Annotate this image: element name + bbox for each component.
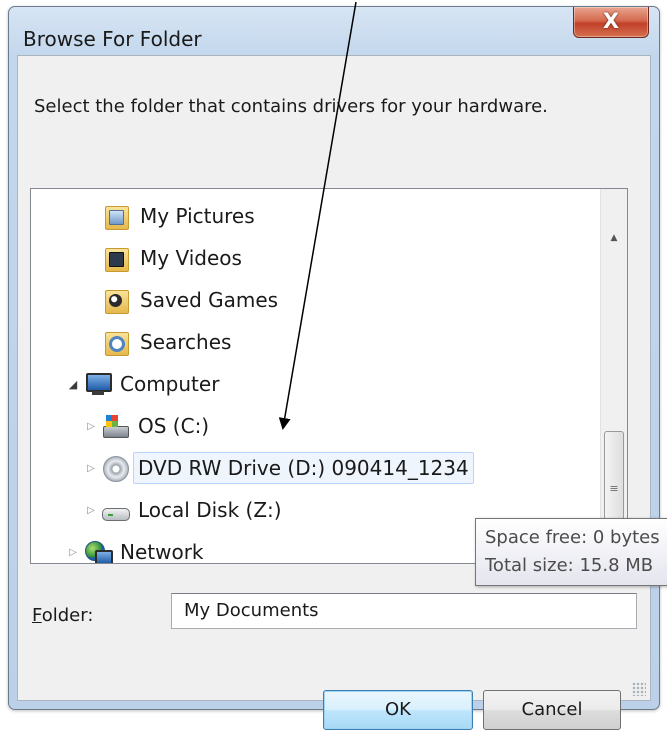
scroll-up-arrow-icon[interactable]: ▲ xyxy=(605,229,623,247)
local-disk-icon xyxy=(101,496,130,524)
tree-item-my-videos[interactable]: My Videos xyxy=(103,239,247,277)
tree-item-label: Computer xyxy=(120,372,220,396)
tree-item-label: My Videos xyxy=(140,246,242,270)
tree-item-label: DVD RW Drive (D:) 090414_1234 xyxy=(133,452,474,484)
tree-item-os-c[interactable]: ▷ OS (C:) xyxy=(83,407,214,445)
tree-item-computer[interactable]: ◢ Computer xyxy=(65,365,224,403)
tooltip-space-free: Space free: 0 bytes xyxy=(485,527,660,548)
dvd-drive-icon xyxy=(101,454,129,482)
collapsed-triangle-icon[interactable]: ▷ xyxy=(65,544,81,560)
tree-item-label: My Pictures xyxy=(140,204,255,228)
videos-folder-icon xyxy=(103,244,131,272)
dialog-title: Browse For Folder xyxy=(23,27,202,51)
tooltip-total-size: Total size: 15.8 MB xyxy=(485,555,654,576)
tree-item-label: Saved Games xyxy=(140,288,279,312)
title-bar[interactable]: Browse For Folder X xyxy=(9,7,659,55)
folder-label-text: older: xyxy=(41,605,94,626)
folder-label: Folder: xyxy=(32,605,93,626)
collapsed-triangle-icon[interactable]: ▷ xyxy=(83,502,99,518)
drive-info-tooltip: Space free: 0 bytes Total size: 15.8 MB xyxy=(475,518,667,586)
dialog-client-area: Select the folder that contains drivers … xyxy=(17,55,651,730)
cancel-button[interactable]: Cancel xyxy=(483,690,621,730)
pictures-folder-icon xyxy=(103,202,131,230)
tree-item-network[interactable]: ▷ Network xyxy=(65,533,209,564)
folder-field[interactable]: My Documents xyxy=(171,593,637,629)
resize-grip-icon[interactable] xyxy=(632,682,646,696)
scroll-grip-icon: ≡ xyxy=(609,482,619,495)
expanded-triangle-icon[interactable]: ◢ xyxy=(65,376,81,392)
tree-item-searches[interactable]: Searches xyxy=(103,323,236,361)
tree-item-label: Local Disk (Z:) xyxy=(138,498,282,522)
collapsed-triangle-icon[interactable]: ▷ xyxy=(83,418,99,434)
tree-item-label: OS (C:) xyxy=(138,414,210,438)
tree-item-label: Network xyxy=(120,540,204,564)
tree-item-local-disk-z[interactable]: ▷ Local Disk (Z:) xyxy=(83,491,287,529)
searches-folder-icon xyxy=(103,328,131,356)
network-icon xyxy=(83,538,113,563)
os-drive-icon xyxy=(101,412,129,440)
browse-for-folder-dialog: Browse For Folder X Select the folder th… xyxy=(8,6,660,730)
ok-button[interactable]: OK xyxy=(323,690,473,730)
vertical-scrollbar[interactable]: ▲ ≡ xyxy=(600,189,627,563)
folder-label-accelerator: F xyxy=(32,605,42,626)
computer-icon xyxy=(83,370,112,398)
close-button[interactable]: X xyxy=(573,7,649,38)
close-icon: X xyxy=(602,9,620,33)
tree-item-dvd-rw-drive[interactable]: ▷ DVD RW Drive (D:) 090414_1234 xyxy=(83,449,474,487)
tree-item-label: Searches xyxy=(140,330,232,354)
instruction-text: Select the folder that contains drivers … xyxy=(34,96,548,117)
collapsed-triangle-icon[interactable]: ▷ xyxy=(83,460,99,476)
tree-item-saved-games[interactable]: Saved Games xyxy=(103,281,283,319)
folder-tree[interactable]: My Pictures My Videos Saved Games Search… xyxy=(30,188,628,564)
saved-games-folder-icon xyxy=(103,286,131,314)
tree-item-my-pictures[interactable]: My Pictures xyxy=(103,197,260,235)
